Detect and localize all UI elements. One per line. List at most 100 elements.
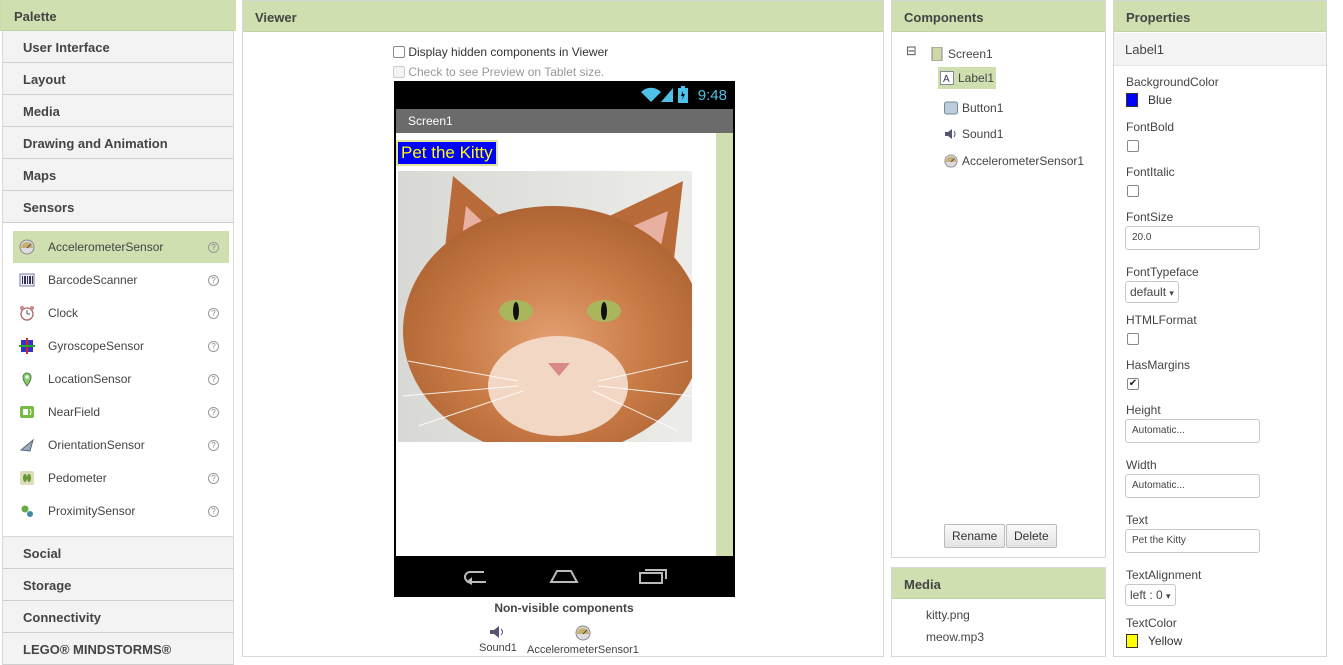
help-icon[interactable]: ? (208, 505, 219, 517)
tablet-preview-option[interactable]: Check to see Preview on Tablet size. (393, 65, 604, 79)
svg-text:A: A (943, 74, 950, 85)
help-icon[interactable]: ? (208, 242, 219, 253)
accelerometer-icon (575, 625, 591, 641)
tree-item-screen1[interactable]: Screen1 (928, 43, 995, 65)
tree-item-label1[interactable]: A Label1 (938, 67, 997, 89)
selected-component-name: Label1 (1114, 33, 1326, 66)
palette-item-proximity-sensor[interactable]: ProximitySensor ? (13, 494, 229, 527)
help-icon[interactable]: ? (208, 472, 219, 484)
screen-scrollbar[interactable] (716, 133, 733, 556)
fontitalic-checkbox[interactable] (1127, 185, 1139, 197)
media-panel: Media kitty.png meow.mp3 (891, 567, 1106, 657)
nav-bar (394, 557, 735, 597)
backgroundcolor-value[interactable]: Blue (1148, 93, 1172, 107)
prop-textalignment-label: TextAlignment (1126, 568, 1202, 582)
palette-item-gyroscope-sensor[interactable]: GyroscopeSensor ? (13, 329, 229, 362)
palette-item-barcode-scanner[interactable]: BarcodeScanner ? (13, 263, 229, 296)
hidden-components-checkbox[interactable] (393, 46, 405, 58)
textalignment-select[interactable]: left : 0 ▾ (1125, 584, 1176, 606)
label1-preview[interactable]: Pet the Kitty (396, 140, 498, 166)
sound-icon (489, 626, 503, 638)
palette-category-drawing-animation[interactable]: Drawing and Animation (2, 127, 234, 159)
prop-width-label: Width (1126, 458, 1157, 472)
delete-button[interactable]: Delete (1006, 524, 1057, 548)
proximity-icon (21, 505, 33, 517)
palette-category-layout[interactable]: Layout (2, 63, 234, 95)
palette-item-orientation-sensor[interactable]: OrientationSensor ? (13, 428, 229, 461)
collapse-icon[interactable]: ⊟ (906, 43, 917, 59)
clock-time: 9:48 (697, 87, 727, 104)
palette-category-media[interactable]: Media (2, 95, 234, 127)
palette-item-pedometer[interactable]: Pedometer ? (13, 461, 229, 494)
tree-item-accelerometer1[interactable]: AccelerometerSensor1 (942, 150, 1086, 172)
prop-height-label: Height (1126, 403, 1161, 417)
phone-screen[interactable]: Pet the Kitty (396, 133, 733, 556)
palette-category-maps[interactable]: Maps (2, 159, 234, 191)
nonvisible-sound1[interactable]: Sound1 (479, 625, 517, 654)
fonttypeface-select[interactable]: default ▾ (1125, 281, 1179, 303)
palette-item-location-sensor[interactable]: LocationSensor ? (13, 362, 229, 395)
help-icon[interactable]: ? (208, 439, 219, 451)
help-icon[interactable]: ? (208, 406, 219, 418)
accelerometer-icon (944, 154, 958, 168)
palette-item-accelerometer-sensor[interactable]: AccelerometerSensor ? (13, 231, 229, 263)
palette-category-lego-mindstorms[interactable]: LEGO® MINDSTORMS® (2, 633, 234, 665)
viewer-title: Viewer (243, 1, 883, 32)
chevron-down-icon: ▾ (1169, 288, 1174, 298)
hidden-components-option[interactable]: Display hidden components in Viewer (393, 45, 608, 59)
recents-icon[interactable] (638, 567, 668, 585)
hasmargins-checkbox[interactable]: ✔ (1127, 378, 1139, 390)
palette-category-user-interface[interactable]: User Interface (2, 31, 234, 63)
palette-category-storage[interactable]: Storage (2, 569, 234, 601)
accelerometer-icon (19, 239, 35, 255)
prop-backgroundcolor-label: BackgroundColor (1126, 75, 1219, 89)
backgroundcolor-swatch[interactable] (1126, 93, 1138, 107)
media-file-kitty[interactable]: kitty.png (926, 608, 970, 622)
wifi-icon (641, 87, 661, 102)
fontbold-checkbox[interactable] (1127, 140, 1139, 152)
battery-icon (678, 86, 688, 103)
palette-category-social[interactable]: Social (2, 537, 234, 569)
sensor-label: NearField (48, 404, 101, 419)
nonvisible-accelerometer1[interactable]: AccelerometerSensor1 (527, 625, 639, 656)
textcolor-swatch[interactable] (1126, 634, 1138, 648)
prop-fontsize-label: FontSize (1126, 210, 1174, 224)
textcolor-value[interactable]: Yellow (1148, 634, 1182, 648)
kitty-image[interactable] (398, 171, 692, 442)
prop-textcolor-label: TextColor (1126, 616, 1177, 630)
properties-panel: Properties Label1 BackgroundColor Blue F… (1113, 0, 1327, 657)
help-icon[interactable]: ? (208, 307, 219, 319)
height-input[interactable]: Automatic... (1125, 419, 1260, 443)
sensor-list: AccelerometerSensor ? BarcodeScanner ? C… (2, 223, 234, 537)
help-icon[interactable]: ? (208, 373, 219, 385)
width-input[interactable]: Automatic... (1125, 474, 1260, 498)
tree-item-button1[interactable]: Button1 (942, 97, 1005, 119)
help-icon[interactable]: ? (208, 340, 219, 352)
palette-item-clock[interactable]: Clock ? (13, 296, 229, 329)
viewer-panel: Viewer Display hidden components in View… (242, 0, 884, 657)
sensor-label: Pedometer (48, 470, 107, 485)
prop-fontbold-label: FontBold (1126, 120, 1175, 134)
back-icon[interactable] (460, 567, 490, 585)
tablet-preview-checkbox[interactable] (393, 66, 405, 78)
palette-category-sensors[interactable]: Sensors (2, 191, 234, 223)
fontsize-input[interactable]: 20.0 (1125, 226, 1260, 250)
help-icon[interactable]: ? (208, 274, 219, 286)
palette-item-nearfield[interactable]: NearField ? (13, 395, 229, 428)
tree-item-sound1[interactable]: Sound1 (942, 123, 1005, 145)
tree-label: Screen1 (948, 47, 993, 61)
pedometer-icon (20, 470, 34, 485)
hidden-components-label: Display hidden components in Viewer (408, 45, 609, 59)
home-icon[interactable] (549, 569, 579, 583)
prop-fontitalic-label: FontItalic (1126, 165, 1175, 179)
htmlformat-checkbox[interactable] (1127, 333, 1139, 345)
rename-button[interactable]: Rename (944, 524, 1006, 548)
components-title: Components (892, 1, 1105, 32)
nearfield-icon (20, 405, 34, 418)
status-bar: 9:48 (394, 81, 735, 109)
palette-category-connectivity[interactable]: Connectivity (2, 601, 234, 633)
tree-label: Sound1 (962, 127, 1004, 141)
tree-label: Button1 (962, 101, 1004, 115)
media-file-meow[interactable]: meow.mp3 (926, 630, 984, 644)
text-input[interactable]: Pet the Kitty (1125, 529, 1260, 553)
